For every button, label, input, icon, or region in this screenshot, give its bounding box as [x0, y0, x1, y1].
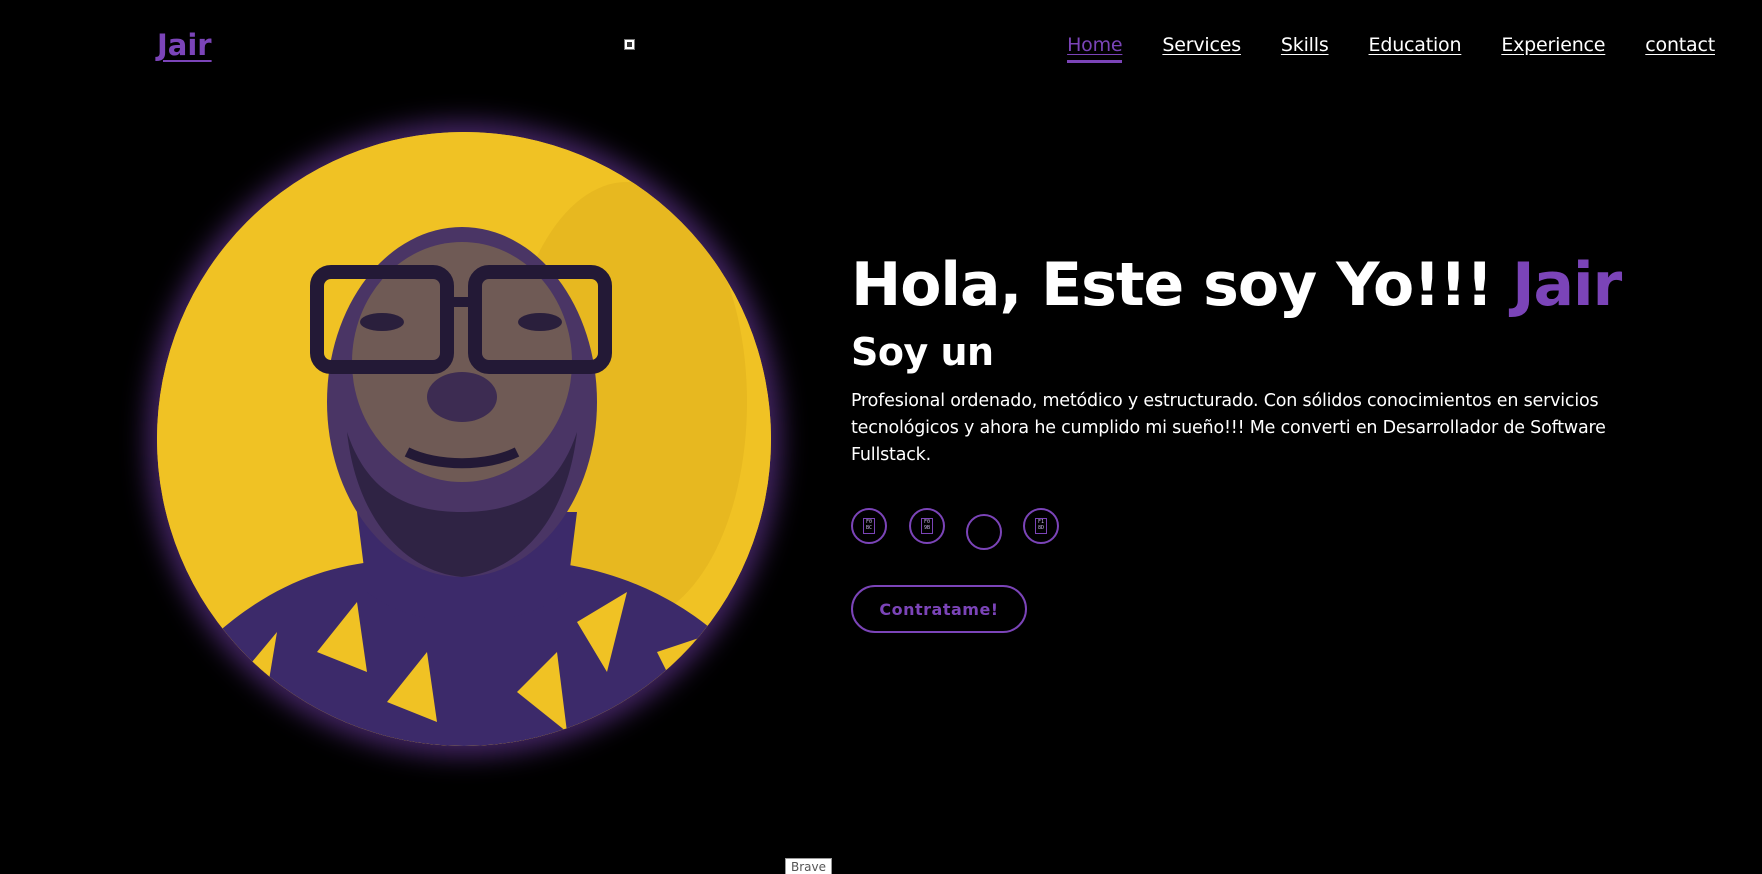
main-nav: Home Services Skills Education Experienc…: [1067, 34, 1715, 63]
nav-item-skills[interactable]: Skills: [1281, 34, 1329, 56]
broken-glyph-icon: F1 8D: [1035, 518, 1047, 534]
hero-title: Hola, Este soy Yo!!! Jair: [851, 249, 1622, 321]
nav-item-home[interactable]: Home: [1067, 34, 1123, 63]
social-link-2[interactable]: F0 9B: [909, 508, 945, 544]
hero-description: Profesional ordenado, metódico y estruct…: [851, 391, 1606, 465]
browser-tooltip: Brave: [785, 858, 833, 874]
nav-item-contact[interactable]: contact: [1645, 34, 1715, 56]
page: Jair Home Services Skills Education Expe…: [0, 0, 1762, 874]
social-link-3[interactable]: [966, 514, 1002, 550]
hero-subtitle: Soy un: [851, 330, 994, 374]
site-logo[interactable]: Jair: [157, 28, 212, 62]
broken-glyph-icon: F0 9B: [921, 518, 933, 534]
nav-item-experience[interactable]: Experience: [1501, 34, 1605, 56]
hire-me-button[interactable]: Contratame!: [851, 585, 1027, 633]
hero-title-name: Jair: [1512, 250, 1622, 320]
profile-photo: [157, 132, 771, 746]
nav-item-education[interactable]: Education: [1369, 34, 1462, 56]
nav-item-services[interactable]: Services: [1162, 34, 1241, 56]
broken-image-icon: [624, 39, 635, 50]
broken-glyph-icon: F0 BC: [863, 518, 875, 534]
social-link-4[interactable]: F1 8D: [1023, 508, 1059, 544]
social-link-1[interactable]: F0 BC: [851, 508, 887, 544]
hero-title-prefix: Hola, Este soy Yo!!!: [851, 250, 1513, 320]
